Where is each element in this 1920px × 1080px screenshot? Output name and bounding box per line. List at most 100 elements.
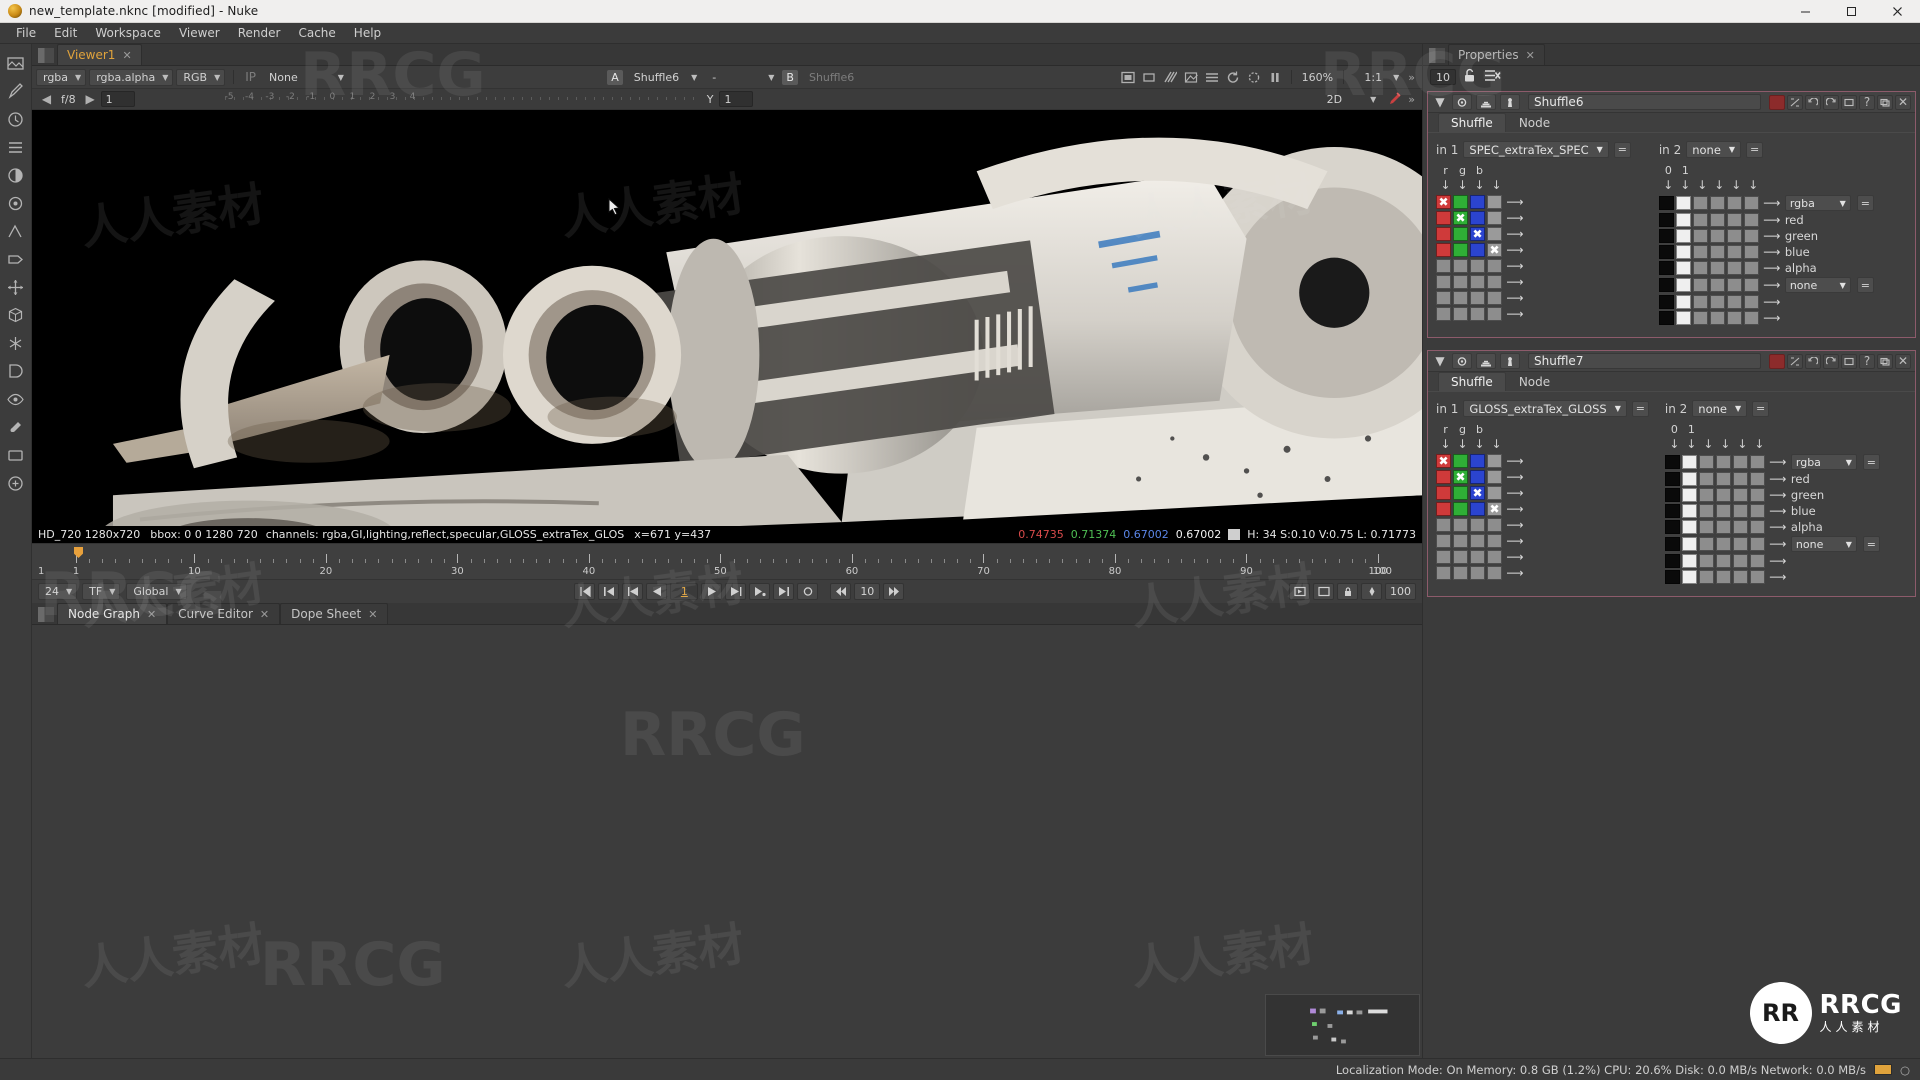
cell-a[interactable] [1487,195,1502,209]
menu-workspace[interactable]: Workspace [86,24,170,42]
loop-button[interactable] [797,583,818,600]
time-nodes-icon[interactable] [5,108,27,130]
shuffle6-proxy-icon[interactable] [1787,95,1803,110]
gamma-field[interactable]: 1 [719,91,753,107]
step-forward-button[interactable] [725,583,746,600]
fullscreen-icon[interactable] [1313,583,1334,600]
unlock-icon[interactable] [1462,68,1478,86]
play-forward-button[interactable] [701,583,722,600]
shuffle7-out1-expr-button[interactable]: = [1863,454,1880,470]
cell-g-on[interactable]: ✖ [1453,211,1468,225]
viewer-overflow-icon[interactable]: » [1405,71,1418,84]
menu-help[interactable]: Help [345,24,390,42]
transform-nodes-icon[interactable] [5,276,27,298]
shuffle6-name-field[interactable]: Shuffle6 [1528,94,1761,110]
cell-b-on[interactable]: ✖ [1470,227,1485,241]
particles-nodes-icon[interactable] [5,332,27,354]
shuffle7-help-icon[interactable]: ? [1859,354,1875,369]
input-a-select[interactable]: Shuffle6▼ [627,69,702,86]
refresh-icon[interactable] [1224,69,1243,86]
menu-viewer[interactable]: Viewer [170,24,229,42]
menu-edit[interactable]: Edit [45,24,86,42]
node-graph-minimap[interactable] [1265,994,1420,1056]
play-backward-button[interactable] [646,583,667,600]
cell-r[interactable] [1436,211,1451,225]
tab-viewer1[interactable]: Viewer1 ✕ [57,44,142,65]
shuffle7-in2-expr-button[interactable]: = [1752,401,1769,417]
layer-select[interactable]: rgba▼ [36,69,86,86]
display-select[interactable]: RGB▼ [176,69,225,86]
gain-icon[interactable] [1182,69,1201,86]
shuffle6-redo-icon[interactable] [1823,95,1839,110]
cache-icon[interactable] [1245,69,1264,86]
shuffle6-in2-expr-button[interactable]: = [1746,142,1763,158]
shuffle6-out2-expr-button[interactable]: = [1857,277,1874,293]
shuffle6-settings-icon[interactable] [1500,94,1520,110]
shuffle6-in1-select[interactable]: SPEC_extraTex_SPEC ▼ [1463,141,1608,158]
shuffle7-in1-select[interactable]: GLOSS_extraTex_GLOSS ▼ [1463,400,1627,417]
shuffle7-out2-expr-button[interactable]: = [1863,536,1880,552]
next-stop-icon[interactable]: ▶ [81,91,100,108]
range-end-field[interactable]: 100 [1385,583,1416,600]
shuffle7-close-icon[interactable]: ✕ [1895,354,1911,369]
wipe-mode-select[interactable]: -▼ [705,69,779,86]
cell-b-on[interactable]: ✖ [1470,486,1485,500]
shuffle6-undo-icon[interactable] [1805,95,1821,110]
tab-dope-sheet-close-icon[interactable]: ✕ [368,608,377,621]
shuffle6-collapse-icon[interactable]: ▼ [1432,95,1448,110]
deep-nodes-icon[interactable] [5,360,27,382]
clear-all-icon[interactable] [1484,68,1501,86]
scale-ratio[interactable]: 1:1 [1349,71,1387,84]
histogram-icon[interactable] [1203,69,1222,86]
shuffle6-out2-select[interactable]: none▼ [1785,277,1851,293]
tab-node-graph[interactable]: Node Graph ✕ [57,603,167,624]
increment-button[interactable] [883,583,904,600]
first-frame-button[interactable] [598,583,619,600]
viewer-render-image[interactable] [32,110,1422,543]
cell-r-on[interactable]: ✖ [1436,195,1451,209]
menu-file[interactable]: File [7,24,45,42]
cell-g-on[interactable]: ✖ [1453,470,1468,484]
cell-b[interactable] [1470,211,1485,225]
shuffle7-in2-select[interactable]: none ▼ [1692,400,1747,417]
shuffle7-collapse-icon[interactable]: ▼ [1432,354,1448,369]
channel-select[interactable]: rgba.alpha▼ [89,69,173,86]
wipe-icon[interactable] [1161,69,1180,86]
scope-select[interactable]: Global▼ [126,583,186,600]
fps-select[interactable]: 24▼ [38,583,77,600]
tab-dope-sheet[interactable]: Dope Sheet ✕ [280,603,388,624]
shuffle6-close-icon[interactable]: ✕ [1895,95,1911,110]
cell-a-on[interactable]: ✖ [1487,502,1502,516]
shuffle6-revert-icon[interactable] [1841,95,1857,110]
merge-nodes-icon[interactable] [5,248,27,270]
minimize-button[interactable] [1782,0,1828,22]
timecode-select[interactable]: TF▼ [82,583,120,600]
ip-label[interactable]: IP [239,70,262,84]
lock-range-icon[interactable] [1337,583,1358,600]
max-panels-field[interactable]: 10 [1430,69,1456,85]
viewer-row2-overflow-icon[interactable]: » [1405,93,1418,106]
3d-nodes-icon[interactable] [5,304,27,326]
shuffle7-proxy-icon[interactable] [1787,354,1803,369]
roi-icon[interactable] [1119,69,1138,86]
views-nodes-icon[interactable] [5,388,27,410]
timeline-ruler[interactable]: 1 100 1102030405060708090100 [32,543,1422,579]
shuffle6-in1-expr-button[interactable]: = [1614,142,1631,158]
properties-grip-icon[interactable] [1429,48,1445,63]
tab-properties[interactable]: Properties ✕ [1448,44,1545,65]
pause-icon[interactable] [1266,69,1285,86]
filter-nodes-icon[interactable] [5,192,27,214]
shuffle7-tab-shuffle[interactable]: Shuffle [1438,372,1506,391]
cell-a[interactable] [1487,211,1502,225]
lower-panel-grip-icon[interactable] [38,607,54,622]
shuffle6-disable-icon[interactable] [1769,95,1785,110]
cell-r-on[interactable]: ✖ [1436,454,1451,468]
shuffle7-float-icon[interactable] [1877,354,1893,369]
last-frame-button[interactable] [773,583,794,600]
tab-curve-editor-close-icon[interactable]: ✕ [260,608,269,621]
decrement-button[interactable] [830,583,851,600]
proxy-select[interactable]: None▼ [262,69,349,86]
keyer-nodes-icon[interactable] [5,220,27,242]
maximize-button[interactable] [1828,0,1874,22]
draw-nodes-icon[interactable] [5,80,27,102]
